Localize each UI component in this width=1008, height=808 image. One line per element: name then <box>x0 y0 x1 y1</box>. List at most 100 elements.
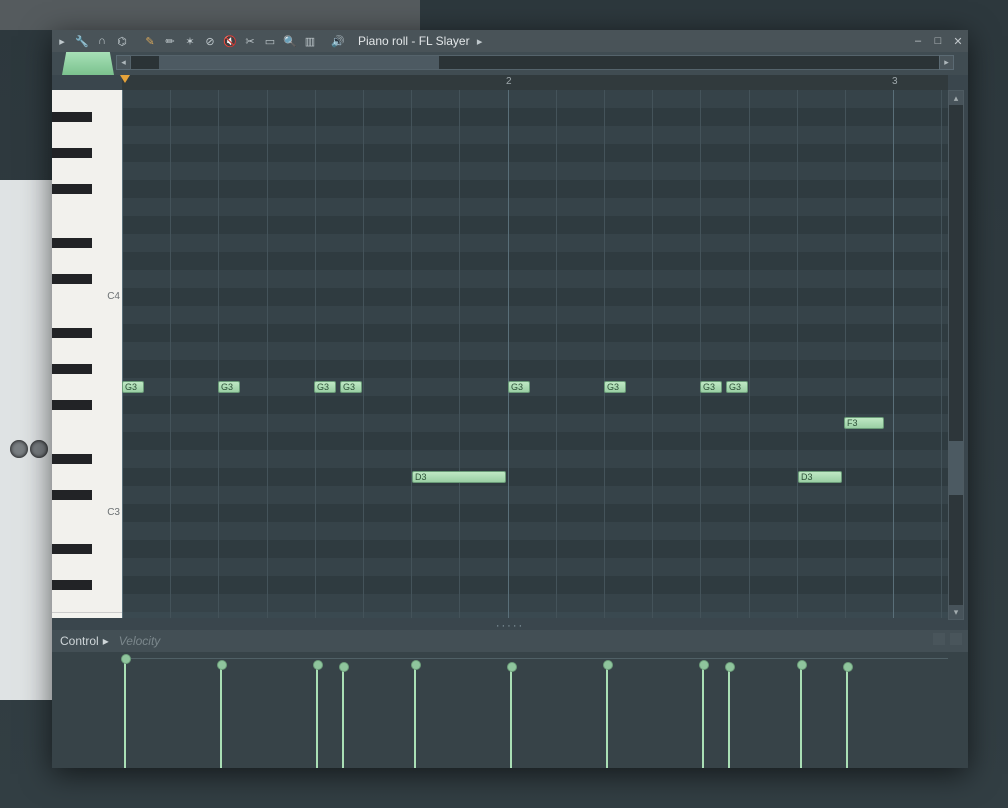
note-g3[interactable]: G3 <box>340 381 362 393</box>
draw-icon[interactable]: ✏ <box>162 33 178 49</box>
velocity-dot-icon[interactable] <box>603 660 613 670</box>
menu-caret-icon[interactable]: ▸ <box>54 33 70 49</box>
piano-key-black[interactable] <box>52 274 92 284</box>
grid-row <box>122 540 948 558</box>
zoom-icon[interactable]: 🔍 <box>282 33 298 49</box>
piano-keys[interactable]: C4C3 <box>52 90 122 618</box>
piano-key[interactable] <box>52 432 122 451</box>
slice-icon[interactable]: ✂ <box>242 33 258 49</box>
wrench-icon[interactable]: 🔧 <box>74 33 90 49</box>
hscroll-thumb[interactable] <box>159 56 439 69</box>
note-g3[interactable]: G3 <box>508 381 530 393</box>
piano-key-black[interactable] <box>52 400 92 410</box>
hscroll-track[interactable] <box>130 55 940 70</box>
velocity-handle[interactable] <box>316 664 318 768</box>
piano-key-black[interactable] <box>52 364 92 374</box>
beat-line <box>315 90 316 618</box>
velocity-grid[interactable] <box>122 652 948 768</box>
hscroll-right-button[interactable]: ▸ <box>939 55 954 70</box>
pattern-tab[interactable] <box>62 52 114 75</box>
title-arrow-icon[interactable]: ▸ <box>472 33 488 49</box>
minimize-button[interactable]: – <box>911 34 925 48</box>
piano-key-black[interactable] <box>52 580 92 590</box>
velocity-handle[interactable] <box>800 664 802 768</box>
magnet-icon[interactable]: ∩ <box>94 33 110 49</box>
piano-roll-titlebar[interactable]: ▸ 🔧 ∩ ⌬ ✎ ✏ ✶ ⊘ 🔇 ✂ ▭ 🔍 ▥ 🔊 Piano roll -… <box>52 30 968 53</box>
piano-key-black[interactable] <box>52 454 92 464</box>
note-d3[interactable]: D3 <box>798 471 842 483</box>
velocity-handle[interactable] <box>846 666 848 768</box>
piano-key[interactable] <box>52 162 122 181</box>
control-header[interactable]: Control ▸ Velocity <box>52 630 968 652</box>
velocity-dot-icon[interactable] <box>313 660 323 670</box>
piano-key[interactable] <box>52 522 122 541</box>
piano-key[interactable] <box>52 216 122 235</box>
piano-key[interactable] <box>52 198 122 217</box>
velocity-dot-icon[interactable] <box>121 654 131 664</box>
velocity-handle[interactable] <box>728 666 730 768</box>
speaker-icon[interactable]: 🔊 <box>330 33 346 49</box>
velocity-handle[interactable] <box>414 664 416 768</box>
note-d3[interactable]: D3 <box>412 471 506 483</box>
control-option-button[interactable] <box>933 633 945 645</box>
delete-icon[interactable]: ⊘ <box>202 33 218 49</box>
note-g3[interactable]: G3 <box>314 381 336 393</box>
grid-row <box>122 558 948 576</box>
piano-key[interactable] <box>52 306 122 325</box>
select-icon[interactable]: ▭ <box>262 33 278 49</box>
note-g3[interactable]: G3 <box>604 381 626 393</box>
piano-key-black[interactable] <box>52 328 92 338</box>
piano-key[interactable] <box>52 468 122 487</box>
piano-key[interactable] <box>52 342 122 361</box>
piano-key[interactable] <box>52 126 122 145</box>
piano-key[interactable] <box>52 252 122 271</box>
control-option-button[interactable] <box>950 633 962 645</box>
velocity-handle[interactable] <box>220 664 222 768</box>
note-g3[interactable]: G3 <box>122 381 144 393</box>
piano-key[interactable] <box>52 558 122 577</box>
piano-key[interactable] <box>52 414 122 433</box>
note-g3[interactable]: G3 <box>218 381 240 393</box>
hscroll-left-button[interactable]: ◂ <box>116 55 131 70</box>
velocity-dot-icon[interactable] <box>797 660 807 670</box>
stamp-icon[interactable]: ✎ <box>142 33 158 49</box>
piano-key[interactable] <box>52 378 122 397</box>
velocity-dot-icon[interactable] <box>339 662 349 672</box>
velocity-dot-icon[interactable] <box>699 660 709 670</box>
note-f3[interactable]: F3 <box>844 417 884 429</box>
settings-icon[interactable]: ⌬ <box>114 33 130 49</box>
velocity-handle[interactable] <box>342 666 344 768</box>
paint-icon[interactable]: ✶ <box>182 33 198 49</box>
note-g3[interactable]: G3 <box>700 381 722 393</box>
velocity-dot-icon[interactable] <box>725 662 735 672</box>
close-button[interactable]: ✕ <box>951 34 965 48</box>
velocity-handle[interactable] <box>124 658 126 768</box>
maximize-button[interactable]: □ <box>931 34 945 48</box>
mute-icon[interactable]: 🔇 <box>222 33 238 49</box>
piano-key[interactable] <box>52 594 122 613</box>
piano-key[interactable] <box>52 90 122 109</box>
velocity-dot-icon[interactable] <box>507 662 517 672</box>
chevron-right-icon[interactable]: ▸ <box>103 634 109 648</box>
piano-key-black[interactable] <box>52 112 92 122</box>
velocity-dot-icon[interactable] <box>411 660 421 670</box>
playback-icon[interactable]: ▥ <box>302 33 318 49</box>
vertical-scrollbar[interactable]: ▴ ▾ <box>948 90 964 620</box>
velocity-dot-icon[interactable] <box>843 662 853 672</box>
grid-row <box>122 504 948 522</box>
timeline-ruler[interactable]: 2 3 <box>122 75 948 90</box>
velocity-handle[interactable] <box>702 664 704 768</box>
piano-key-black[interactable] <box>52 238 92 248</box>
vscroll-down-button[interactable]: ▾ <box>949 605 963 619</box>
piano-key-black[interactable] <box>52 490 92 500</box>
velocity-handle[interactable] <box>510 666 512 768</box>
vscroll-up-button[interactable]: ▴ <box>949 91 963 105</box>
piano-key-black[interactable] <box>52 544 92 554</box>
note-grid[interactable]: G3 G3 G3 G3 D3 G3 G3 G3 G3 D3 F3 <box>122 90 948 618</box>
piano-key-black[interactable] <box>52 184 92 194</box>
piano-key-black[interactable] <box>52 148 92 158</box>
vscroll-thumb[interactable] <box>949 441 963 495</box>
velocity-handle[interactable] <box>606 664 608 768</box>
note-g3[interactable]: G3 <box>726 381 748 393</box>
velocity-dot-icon[interactable] <box>217 660 227 670</box>
